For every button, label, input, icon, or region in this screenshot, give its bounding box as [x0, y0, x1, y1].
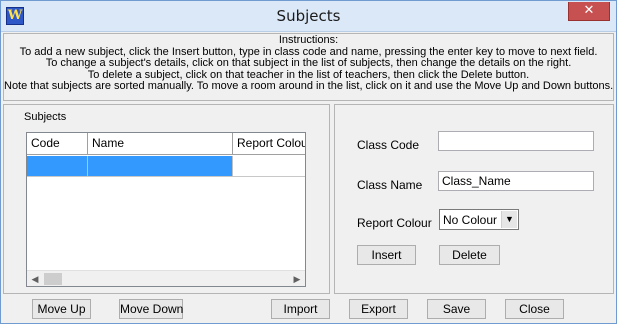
save-button[interactable]: Save	[427, 299, 486, 319]
report-colour-value: No Colour	[443, 213, 498, 227]
move-down-button[interactable]: Move Down	[119, 299, 183, 319]
cell-code[interactable]	[27, 156, 88, 176]
report-colour-select[interactable]: No Colour ▼	[439, 209, 519, 230]
class-name-label: Class Name	[357, 178, 423, 192]
class-code-label: Class Code	[357, 138, 420, 152]
title-bar: W Subjects ✕	[1, 1, 616, 32]
move-up-button[interactable]: Move Up	[32, 299, 91, 319]
instructions-line: Note that subjects are sorted manually. …	[4, 80, 614, 93]
window-title: Subjects	[276, 7, 341, 25]
subjects-grid[interactable]: Code Name Report Colour ◀ ▶	[26, 132, 306, 287]
subjects-window: W Subjects ✕ Instructions: To add a new …	[0, 0, 617, 324]
subjects-group-label: Subjects	[24, 111, 67, 123]
export-button[interactable]: Export	[349, 299, 408, 319]
class-code-field[interactable]	[438, 131, 594, 151]
report-colour-label: Report Colour	[357, 216, 432, 230]
scroll-thumb[interactable]	[44, 273, 62, 285]
grid-header: Code Name Report Colour	[27, 133, 305, 155]
column-header-code[interactable]: Code	[27, 133, 88, 155]
column-header-report-colour[interactable]: Report Colour	[233, 133, 305, 155]
close-window-button[interactable]: ✕	[568, 2, 610, 21]
delete-button[interactable]: Delete	[439, 245, 500, 265]
table-row[interactable]	[27, 156, 305, 177]
import-button[interactable]: Import	[271, 299, 330, 319]
chevron-down-icon[interactable]: ▼	[501, 211, 517, 228]
class-name-field[interactable]: Class_Name	[438, 171, 594, 191]
horizontal-scrollbar[interactable]: ◀ ▶	[27, 270, 305, 286]
scroll-left-icon[interactable]: ◀	[27, 271, 43, 286]
insert-button[interactable]: Insert	[357, 245, 416, 265]
cell-name[interactable]	[88, 156, 233, 176]
cell-report-colour[interactable]	[233, 156, 305, 176]
instructions-heading: Instructions:	[278, 34, 339, 46]
close-button[interactable]: Close	[505, 299, 564, 319]
instructions-panel: Instructions: To add a new subject, clic…	[3, 33, 614, 101]
scroll-right-icon[interactable]: ▶	[289, 271, 305, 286]
column-header-name[interactable]: Name	[88, 133, 233, 155]
